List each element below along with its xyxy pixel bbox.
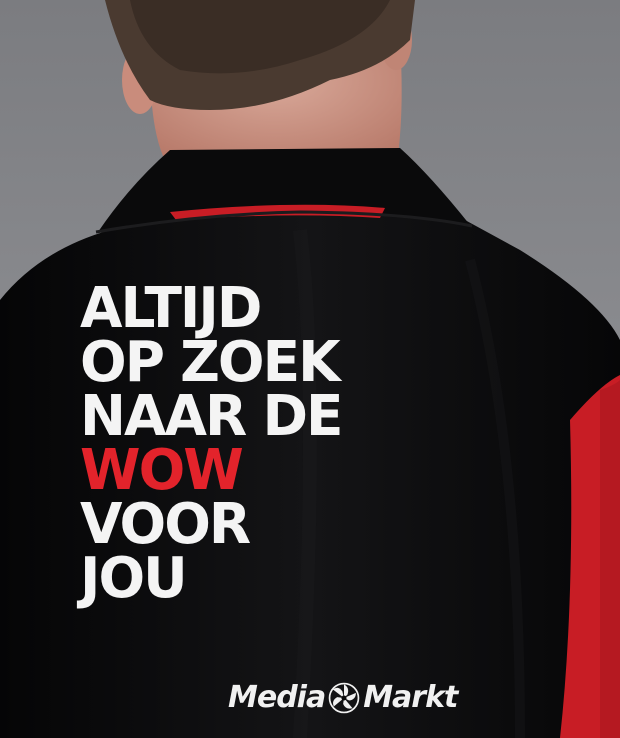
slogan-line-6: JOU — [80, 546, 188, 611]
logo-text-media: Media — [228, 680, 326, 715]
slogan-line-2: OP ZOEK — [80, 330, 341, 395]
slogan-line-1: ALTIJD — [80, 276, 262, 341]
logo-text-markt: Markt — [363, 680, 458, 715]
slogan-line-5: VOOR — [80, 492, 251, 557]
slogan-line-4-highlight: WOW — [80, 438, 244, 503]
mediamarkt-logo: Media Markt — [228, 680, 458, 715]
spiral-logo-icon — [328, 682, 360, 713]
back-print-slogan: ALTIJD OP ZOEK NAAR DE WOW VOOR JOU — [80, 276, 344, 611]
slogan-line-3: NAAR DE — [80, 384, 344, 449]
